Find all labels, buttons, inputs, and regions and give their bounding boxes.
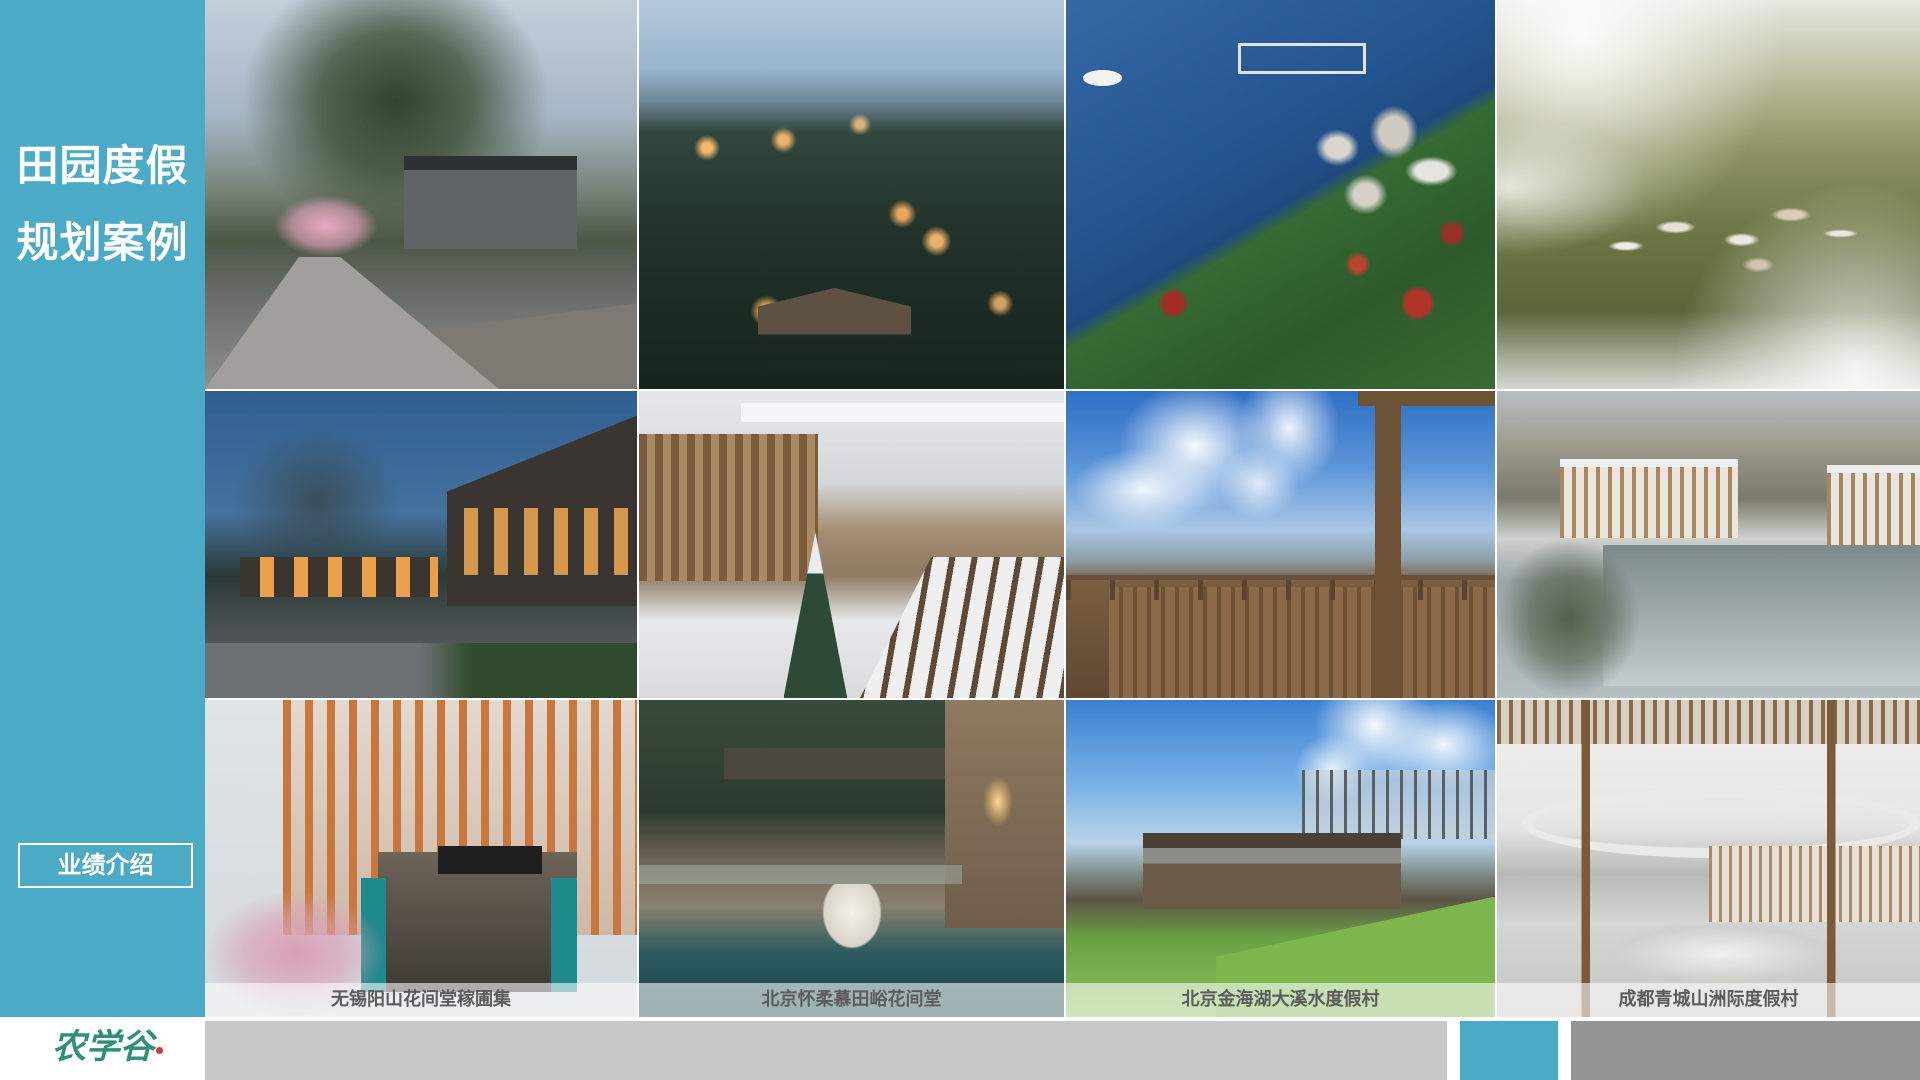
garden-plants (1497, 538, 1641, 698)
slatted-building-right (1826, 464, 1920, 551)
pavilion-roof (724, 747, 958, 780)
terrace-building (1143, 833, 1401, 910)
plaza-lawn (205, 642, 637, 698)
glass-pavilion (1301, 769, 1495, 840)
wooden-deck (1108, 587, 1495, 698)
photo-misty-aerial-village (1497, 0, 1920, 389)
slatted-building (1560, 458, 1739, 539)
wall-lamp (983, 776, 1013, 827)
photo-night-courtyard: 北京怀柔慕田峪花间堂 (639, 700, 1064, 1017)
footer-accent-block (1460, 1021, 1558, 1080)
footer-dark-block (1571, 1021, 1920, 1080)
photo-slat-facade: 无锡阳山花间堂稼圃集 (205, 700, 637, 1017)
teal-curtain (550, 877, 577, 992)
autumn-trees (1066, 0, 1495, 389)
footer-bar (205, 1021, 1447, 1080)
photo-gallery: 无锡阳山花间堂稼圃集 北京怀柔慕田峪花间堂 北京金海湖大溪水度假村 成都青城山洲… (205, 0, 1920, 1017)
photo-modern-pool-building (1497, 391, 1920, 698)
logo-dot (156, 1046, 163, 1054)
photo-hill-building: 北京金海湖大溪水度假村 (1066, 700, 1495, 1017)
wooden-post (1374, 391, 1401, 698)
glass-railing (639, 864, 962, 884)
boardwalk (860, 556, 1064, 698)
egg-chair (817, 883, 886, 954)
photo-caption: 北京怀柔慕田峪花间堂 (639, 983, 1064, 1017)
lit-windows (464, 507, 629, 576)
sidebar: 田园度假 规划案例 业绩介绍 (0, 0, 205, 1017)
wooden-wall (639, 433, 818, 582)
photo-night-village (205, 391, 637, 698)
photo-aerial-lake-resort (1066, 0, 1495, 389)
brand-logo-text: 农学谷 (52, 1029, 154, 1066)
mist-layer (1497, 0, 1920, 389)
photo-caption: 成都青城山洲际度假村 (1497, 983, 1920, 1017)
stone-house (403, 155, 577, 249)
slide: 田园度假 规划案例 业绩介绍 无锡阳山花间堂稼圃集 北京怀柔慕田峪花间堂 北京金… (0, 0, 1920, 1080)
low-building (239, 556, 439, 597)
photo-wooden-deck-sky (1066, 391, 1495, 698)
entrance-sign (438, 845, 542, 875)
brand-logo: 农学谷 (52, 1026, 163, 1070)
photo-caption: 北京金海湖大溪水度假村 (1066, 983, 1495, 1017)
deck-railing (1066, 575, 1495, 600)
wooden-columns (1497, 700, 1920, 1017)
photo-curved-canopy: 成都青城山洲际度假村 (1497, 700, 1920, 1017)
photo-forest-cabins-dusk (639, 0, 1064, 389)
page-title-line1: 田园度假 (16, 141, 189, 190)
stone-path (205, 256, 499, 389)
photo-caption: 无锡阳山花间堂稼圃集 (205, 983, 637, 1017)
page-title-line2: 规划案例 (16, 218, 189, 267)
blossom-tree (274, 194, 378, 257)
snow-roof (741, 403, 1064, 422)
reflecting-pool (1602, 544, 1920, 686)
photo-snow-boardwalk (639, 391, 1064, 698)
performance-intro-button[interactable]: 业绩介绍 (18, 843, 193, 888)
photo-village-stone-path (205, 0, 637, 389)
